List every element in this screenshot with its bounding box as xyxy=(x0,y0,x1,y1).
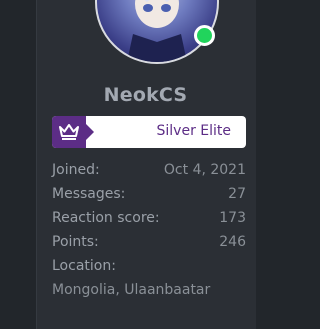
online-status-indicator xyxy=(194,25,215,46)
crown-icon xyxy=(59,124,79,140)
user-stats-list: Joined: Oct 4, 2021 Messages: 27 Reactio… xyxy=(52,162,246,306)
stat-joined: Joined: Oct 4, 2021 xyxy=(52,162,246,186)
stat-label: Reaction score: xyxy=(52,210,160,226)
location-value[interactable]: Mongolia, Ulaanbaatar xyxy=(52,282,246,306)
stat-reaction-score: Reaction score: 173 xyxy=(52,210,246,234)
stat-label: Messages: xyxy=(52,186,126,202)
user-rank-banner: Silver Elite xyxy=(52,116,246,148)
rank-icon-pointer xyxy=(86,124,94,140)
stat-messages: Messages: 27 xyxy=(52,186,246,210)
stat-label: Location: xyxy=(52,258,116,274)
username[interactable]: NeokCS xyxy=(36,84,255,106)
stat-label: Joined: xyxy=(52,162,100,178)
stat-points: Points: 246 xyxy=(52,234,246,258)
stat-value[interactable]: 173 xyxy=(219,210,246,226)
stat-label: Points: xyxy=(52,234,99,250)
stat-value[interactable]: 246 xyxy=(219,234,246,250)
stat-location: Location: xyxy=(52,258,246,282)
rank-label: Silver Elite xyxy=(156,123,232,139)
stat-value: Oct 4, 2021 xyxy=(163,162,246,178)
stat-value[interactable]: 27 xyxy=(228,186,246,202)
